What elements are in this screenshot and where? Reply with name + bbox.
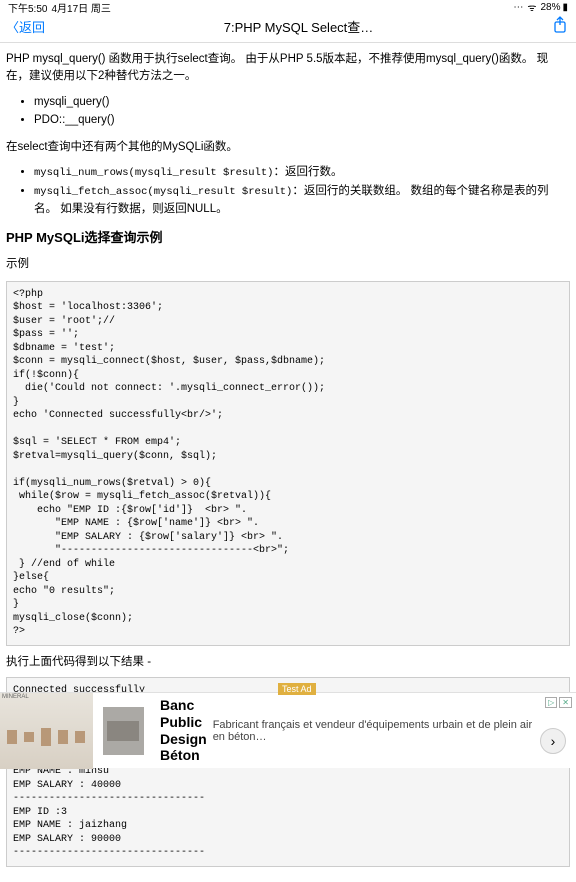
ad-banner[interactable]: Test Ad MINERAL Banc Public Design Béton…	[0, 692, 576, 768]
nav-bar: 〈 返回 7:PHP MySQL Select查…	[0, 14, 576, 43]
status-date: 4月17日 周三	[51, 0, 110, 15]
page-title: 7:PHP MySQL Select查…	[45, 17, 552, 36]
chevron-right-icon: ›	[551, 733, 556, 749]
section-heading: PHP MySQLi选择查询示例	[6, 228, 570, 248]
share-button[interactable]	[552, 16, 570, 37]
intro-text: PHP mysql_query() 函数用于执行select查询。 由于从PHP…	[6, 51, 570, 86]
chevron-left-icon: 〈	[6, 17, 19, 36]
battery-pct: 28%	[540, 2, 560, 13]
list-item: mysqli_query()	[34, 94, 570, 111]
wifi-icon: ⋯	[513, 2, 523, 13]
adchoices-icon[interactable]: ▷	[545, 697, 557, 708]
status-time: 下午5:50	[8, 0, 47, 15]
result-label: 执行上面代码得到以下结果 -	[6, 654, 570, 671]
list-item: mysqli_fetch_assoc(mysqli_result $result…	[34, 183, 570, 218]
other-intro: 在select查询中还有两个其他的MySQLi函数。	[6, 139, 570, 156]
ad-image-1[interactable]: MINERAL	[0, 693, 93, 769]
battery-icon: ▮	[562, 2, 568, 13]
alternatives-list: mysqli_query() PDO::__query()	[34, 94, 570, 130]
ad-brand: MINERAL	[0, 693, 93, 705]
ad-next-button[interactable]: ›	[540, 728, 566, 754]
example-label: 示例	[6, 256, 570, 273]
other-fns-list: mysqli_num_rows(mysqli_result $result)：返…	[34, 164, 570, 218]
ad-image-2[interactable]	[103, 707, 144, 755]
ad-title: Banc Public Design Béton	[160, 697, 207, 764]
list-item: mysqli_num_rows(mysqli_result $result)：返…	[34, 164, 570, 182]
fn-name: mysqli_num_rows(mysqli_result $result)	[34, 167, 273, 179]
back-button[interactable]: 〈 返回	[6, 17, 45, 36]
fn-name: mysqli_fetch_assoc(mysqli_result $result…	[34, 186, 292, 198]
fn-desc: ：返回行数。	[273, 166, 342, 178]
ad-close-icon[interactable]: ✕	[559, 697, 572, 708]
ad-description: Fabricant français et vendeur d'équipeme…	[213, 719, 536, 743]
back-label: 返回	[19, 17, 45, 36]
code-example: <?php $host = 'localhost:3306'; $user = …	[6, 281, 570, 646]
list-item: PDO::__query()	[34, 112, 570, 129]
status-bar: 下午5:50 4月17日 周三 ⋯ ᯤ 28% ▮	[0, 0, 576, 14]
test-ad-badge: Test Ad	[278, 683, 316, 695]
